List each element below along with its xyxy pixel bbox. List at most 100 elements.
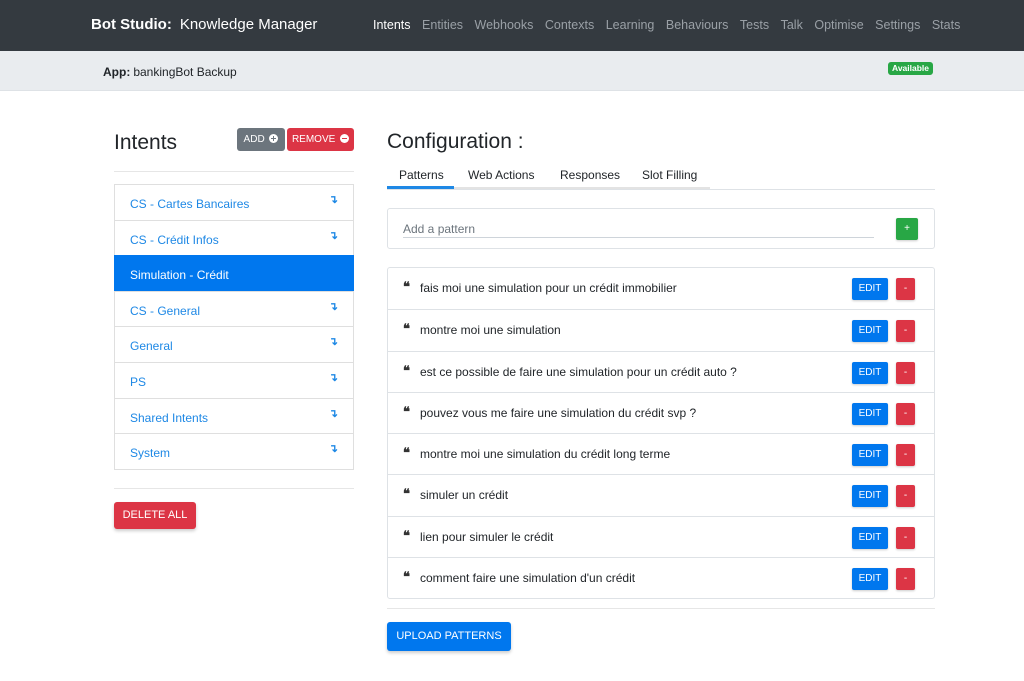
nav-learning[interactable]: Learning xyxy=(606,18,655,32)
list-item[interactable]: General ↴ xyxy=(114,326,354,363)
nav-entities[interactable]: Entities xyxy=(422,18,463,32)
arrow-down-icon[interactable]: ↴ xyxy=(329,229,338,242)
quote-icon: ❝ xyxy=(403,280,410,295)
nav-behaviours[interactable]: Behaviours xyxy=(666,18,729,32)
table-row: ❝ simuler un crédit EDIT - xyxy=(388,474,934,515)
tab-slot-filling[interactable]: Slot Filling xyxy=(642,168,697,182)
list-item[interactable]: CS - Cartes Bancaires ↴ xyxy=(114,184,354,221)
nav-optimise[interactable]: Optimise xyxy=(814,18,863,32)
add-pattern-input[interactable] xyxy=(403,220,874,238)
arrow-down-icon[interactable]: ↴ xyxy=(329,335,338,348)
main-nav: Intents Entities Webhooks Contexts Learning B… xyxy=(373,18,972,32)
pattern-text: lien pour simuler le crédit xyxy=(420,529,554,544)
tabs-underline xyxy=(454,187,710,189)
table-row: ❝ comment faire une simulation d'un crédi… xyxy=(388,556,934,598)
app-info: App: bankingBot Backup xyxy=(103,65,237,79)
nav-webhooks[interactable]: Webhooks xyxy=(475,18,534,32)
delete-button[interactable]: - xyxy=(896,485,915,508)
tab-responses[interactable]: Responses xyxy=(560,168,620,182)
pattern-text: montre moi une simulation xyxy=(420,323,561,338)
add-pattern-button[interactable]: + xyxy=(896,218,918,240)
table-row: ❝ lien pour simuler le crédit EDIT - xyxy=(388,515,934,557)
add-label: ADD xyxy=(243,134,265,145)
intent-label: Shared Intents xyxy=(130,410,209,425)
delete-button[interactable]: - xyxy=(896,444,915,466)
arrow-down-icon[interactable]: ↴ xyxy=(329,300,338,313)
table-row: ❝ montre moi une simulation du crédit lon… xyxy=(388,433,934,474)
plus-circle-icon xyxy=(269,134,279,143)
app-name: bankingBot Backup xyxy=(133,65,237,79)
intent-list: CS - Cartes Bancaires ↴ CS - Crédit Infos ↴… xyxy=(114,184,354,470)
brand-bold: Bot Studio: xyxy=(91,16,172,33)
edit-button[interactable]: EDIT xyxy=(852,320,888,343)
delete-button[interactable]: - xyxy=(896,567,915,590)
minus-circle-icon xyxy=(340,134,350,143)
delete-button[interactable]: - xyxy=(896,402,915,425)
divider xyxy=(114,171,354,172)
quote-icon: ❝ xyxy=(403,363,410,379)
delete-all-button[interactable]: DELETE ALL xyxy=(114,502,196,529)
intents-title: Intents xyxy=(114,131,178,154)
edit-button[interactable]: EDIT xyxy=(852,444,888,466)
intent-label: System xyxy=(130,446,171,461)
list-item[interactable]: CS - Crédit Infos ↴ xyxy=(114,219,354,257)
quote-icon: ❝ xyxy=(403,404,410,420)
table-row: ❝ montre moi une simulation EDIT - xyxy=(388,309,934,350)
list-item[interactable]: PS ↴ xyxy=(114,361,354,399)
arrow-down-icon[interactable]: ↴ xyxy=(329,407,338,420)
edit-button[interactable]: EDIT xyxy=(852,402,888,425)
delete-button[interactable]: - xyxy=(896,526,915,549)
active-tab-indicator xyxy=(387,186,454,189)
nav-settings[interactable]: Settings xyxy=(875,18,920,32)
quote-icon: ❝ xyxy=(403,569,410,585)
edit-button[interactable]: EDIT xyxy=(852,361,888,384)
quote-icon: ❝ xyxy=(403,487,410,503)
edit-button[interactable]: EDIT xyxy=(852,278,888,300)
arrow-down-icon[interactable]: ↴ xyxy=(329,193,338,206)
list-item[interactable]: System ↴ xyxy=(114,433,354,470)
top-navbar: Bot Studio: Knowledge Manager Intents Enti… xyxy=(0,0,1024,51)
delete-button[interactable]: - xyxy=(896,278,915,300)
intent-label: Simulation - Crédit xyxy=(130,268,229,283)
tab-web-actions[interactable]: Web Actions xyxy=(468,168,534,182)
intent-label: CS - Crédit Infos xyxy=(130,232,219,247)
delete-button[interactable]: - xyxy=(896,320,915,343)
divider xyxy=(114,488,354,489)
brand[interactable]: Bot Studio: Knowledge Manager xyxy=(91,16,317,33)
intent-label: General xyxy=(130,339,173,354)
intent-label: CS - General xyxy=(130,303,201,318)
nav-stats[interactable]: Stats xyxy=(932,18,961,32)
brand-title: Knowledge Manager xyxy=(179,16,318,33)
intent-label: PS xyxy=(130,374,147,389)
remove-intent-button[interactable]: REMOVE xyxy=(287,128,354,151)
add-intent-button[interactable]: ADD xyxy=(237,128,285,151)
nav-talk[interactable]: Talk xyxy=(781,18,803,32)
pattern-text: pouvez vous me faire une simulation du c… xyxy=(420,405,697,420)
remove-label: REMOVE xyxy=(291,134,336,145)
edit-button[interactable]: EDIT xyxy=(852,485,888,508)
quote-icon: ❝ xyxy=(403,322,410,338)
nav-contexts[interactable]: Contexts xyxy=(545,18,594,32)
list-item[interactable]: Simulation - Crédit xyxy=(114,255,354,292)
list-item[interactable]: CS - General ↴ xyxy=(114,290,354,328)
configuration-title: Configuration : xyxy=(387,130,524,153)
quote-icon: ❝ xyxy=(403,446,410,461)
pattern-text: simuler un crédit xyxy=(420,488,509,503)
app-bar: App: bankingBot Backup xyxy=(0,51,1024,91)
tab-patterns[interactable]: Patterns xyxy=(399,168,444,182)
edit-button[interactable]: EDIT xyxy=(852,567,888,590)
nav-intents[interactable]: Intents xyxy=(373,18,411,32)
delete-button[interactable]: - xyxy=(896,361,915,384)
upload-patterns-button[interactable]: UPLOAD PATTERNS xyxy=(387,622,511,651)
table-row: ❝ pouvez vous me faire une simulation du … xyxy=(388,391,934,433)
pattern-text: fais moi une simulation pour un crédit i… xyxy=(420,281,677,295)
quote-icon: ❝ xyxy=(403,528,410,544)
edit-button[interactable]: EDIT xyxy=(852,526,888,549)
arrow-down-icon[interactable]: ↴ xyxy=(329,371,338,384)
pattern-text: montre moi une simulation du crédit long… xyxy=(420,447,671,461)
list-item[interactable]: Shared Intents ↴ xyxy=(114,397,354,435)
status-badge: Available xyxy=(888,62,934,75)
table-row: ❝ est ce possible de faire une simulation… xyxy=(388,350,934,392)
nav-tests[interactable]: Tests xyxy=(740,18,769,32)
arrow-down-icon[interactable]: ↴ xyxy=(329,442,338,455)
